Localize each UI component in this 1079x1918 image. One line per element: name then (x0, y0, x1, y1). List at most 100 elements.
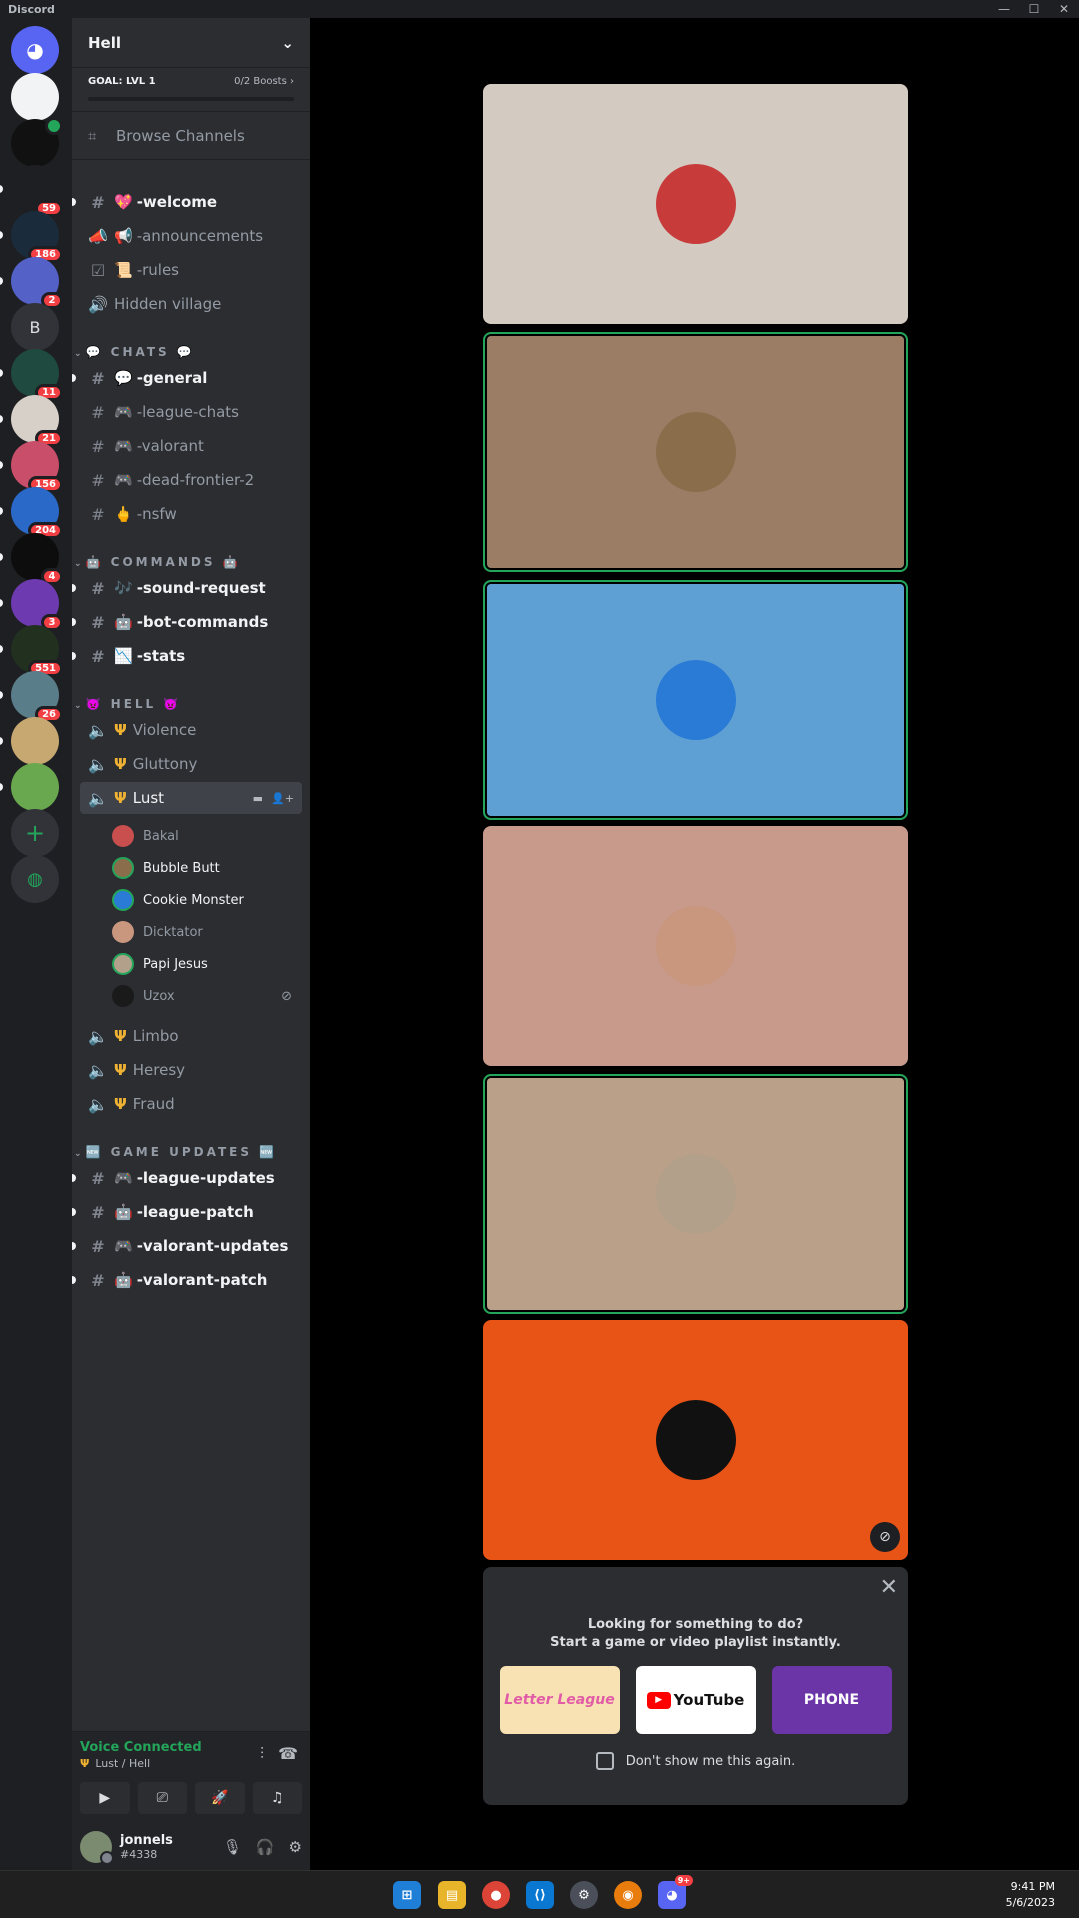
server-icon-teal[interactable]: 26 (0, 671, 63, 723)
server-icon-jonels[interactable] (0, 717, 59, 765)
participant-tile[interactable] (483, 826, 908, 1066)
channel-label: Gluttony (132, 755, 198, 773)
channel-update-3[interactable]: # 🤖 -valorant-patch (72, 1264, 302, 1296)
invite-user-icon[interactable]: 👤+ (271, 792, 294, 805)
voice-channel-1[interactable]: 🔈 Ψ Gluttony (80, 748, 302, 780)
letter-league-card[interactable]: Letter League (499, 1666, 620, 1734)
server-icon-pixel[interactable]: 2 (0, 257, 63, 309)
channel-1[interactable]: 📣 📢 -announcements (80, 220, 302, 252)
server-icon-valorant[interactable]: 186 (0, 211, 63, 263)
settings-icon[interactable]: ⚙ (570, 1881, 598, 1909)
avatar[interactable] (80, 1830, 114, 1865)
disconnect-icon[interactable]: ☎ (278, 1744, 298, 1764)
voice-member[interactable]: Cookie Monster (112, 886, 302, 914)
screen-share-button[interactable]: ⎚ (137, 1782, 187, 1814)
chrome-icon[interactable]: ● (482, 1881, 510, 1909)
server-icon-pink[interactable]: 156 (0, 441, 63, 493)
boost-goal[interactable]: GOAL: LVL 1 0/2 Boosts › (72, 68, 310, 112)
file-explorer-icon[interactable]: ▤ (438, 1881, 466, 1909)
channel-cmd-2[interactable]: # 📉 -stats (72, 640, 302, 672)
windows-start-icon[interactable]: ⊞ (393, 1881, 421, 1909)
avatar (655, 164, 736, 244)
soundboard-button[interactable]: ♫ (252, 1782, 302, 1814)
participant-tile[interactable] (483, 580, 908, 820)
category-chats[interactable]: ⌄ 💬 CHATS 💬 (74, 345, 195, 359)
participant-tile[interactable] (483, 84, 908, 324)
channel-chat-0[interactable]: # 💬 -general (72, 362, 302, 394)
voice-location[interactable]: Lust / Hell (95, 1757, 150, 1770)
chat-bubble-icon[interactable]: ▬ (253, 792, 263, 805)
category-hell[interactable]: ⌄ 👿 HELL 👿 (74, 697, 181, 711)
participant-tile[interactable] (483, 1074, 908, 1314)
system-clock[interactable]: 9:41 PM 5/6/2023 (1006, 1879, 1055, 1911)
voice-channel-2[interactable]: 🔈 Ψ Lust ▬ 👤+ (80, 782, 302, 814)
headphones-icon[interactable]: 🎧 (256, 1838, 275, 1856)
gartic-phone-label: PHONE (803, 1692, 860, 1708)
channel-chat-3[interactable]: # 🎮 -dead-frontier-2 (80, 464, 302, 496)
server-icon-b[interactable]: B (11, 303, 59, 351)
server-icon-blue[interactable]: 204 (0, 487, 63, 539)
trident-icon: Ψ (114, 721, 127, 739)
channel-update-1[interactable]: # 🤖 -league-patch (72, 1196, 302, 1228)
server-icon-pepe[interactable] (0, 763, 59, 811)
discord-taskbar-icon[interactable]: ◕ 9+ (658, 1875, 693, 1909)
checkbox-icon[interactable] (595, 1752, 614, 1770)
camera-off-icon: ⊘ (870, 1522, 900, 1552)
server-icon-green[interactable]: 11 (0, 349, 63, 401)
voice-channel-bottom-0[interactable]: 🔈 Ψ Limbo (80, 1020, 302, 1052)
voice-member[interactable]: Papi Jesus (112, 950, 302, 978)
vscode-icon[interactable]: ⟨⟩ (526, 1881, 554, 1909)
channel-chat-1[interactable]: # 🎮 -league-chats (80, 396, 302, 428)
category-game-updates[interactable]: ⌄ 🆕 GAME UPDATES 🆕 (74, 1145, 277, 1159)
server-icon-purple[interactable]: 3 (0, 579, 63, 631)
voice-channel-bottom-2[interactable]: 🔈 Ψ Fraud (80, 1088, 302, 1120)
server-header[interactable]: Hell ⌄ (72, 18, 310, 68)
gartic-phone-card[interactable]: PHONE (771, 1666, 892, 1734)
browse-channels-icon: ⌗ (88, 126, 97, 145)
noise-suppression-icon[interactable]: ⫶ (260, 1744, 264, 1764)
maximize-button[interactable]: ☐ (1019, 2, 1049, 16)
blender-icon[interactable]: ◉ (614, 1881, 642, 1909)
voice-member[interactable]: Uzox ⊘ (112, 982, 302, 1010)
server-icon-wings[interactable] (11, 73, 59, 121)
voice-channel-bottom-1[interactable]: 🔈 Ψ Heresy (80, 1054, 302, 1086)
channel-update-2[interactable]: # 🎮 -valorant-updates (72, 1230, 302, 1262)
voice-member[interactable]: Bubble Butt (112, 854, 302, 882)
gear-icon[interactable]: ⚙ (289, 1838, 302, 1856)
server-icon-home[interactable]: ◕ (11, 26, 59, 74)
channel-3[interactable]: 🔊 Hidden village (80, 288, 302, 320)
category-commands[interactable]: ⌄ 🤖 COMMANDS 🤖 (74, 555, 241, 569)
channel-chat-4[interactable]: # 🖕 -nsfw (80, 498, 302, 530)
close-window-button[interactable]: ✕ (1049, 2, 1079, 16)
server-icon-skull[interactable]: 4 (0, 533, 63, 585)
add-server-button[interactable]: + (11, 809, 59, 857)
participant-tile[interactable] (483, 332, 908, 572)
channel-update-0[interactable]: # 🎮 -league-updates (72, 1162, 302, 1194)
browse-channels[interactable]: ⌗ Browse Channels (72, 112, 310, 160)
channel-cmd-1[interactable]: # 🤖 -bot-commands (72, 606, 302, 638)
youtube-label: YouTube (673, 1691, 745, 1709)
youtube-card[interactable]: ▶ YouTube (635, 1666, 756, 1734)
server-icon-league[interactable]: 59 (0, 165, 63, 217)
participant-tile[interactable]: ⊘ (483, 1320, 908, 1560)
minimize-button[interactable]: — (989, 2, 1019, 16)
voice-channel-0[interactable]: 🔈 Ψ Violence (80, 714, 302, 746)
voice-member[interactable]: Dicktator (112, 918, 302, 946)
chevron-down-icon: ⌄ (74, 1149, 82, 1159)
channel-0[interactable]: # 💖 -welcome (72, 186, 302, 218)
channel-chat-2[interactable]: # 🎮 -valorant (80, 430, 302, 462)
microphone-icon[interactable]: 🎙 (223, 1838, 242, 1856)
server-icon-dark[interactable]: 551 (0, 625, 63, 677)
camera-button[interactable]: ▶ (80, 1782, 130, 1814)
dont-show-checkbox[interactable]: Don't show me this again. (483, 1752, 908, 1770)
activity-button[interactable]: 🚀 (195, 1782, 245, 1814)
channel-2[interactable]: ☑ 📜 -rules (80, 254, 302, 286)
voice-member[interactable]: Bakal (112, 822, 302, 850)
chevron-down-icon[interactable]: ⌄ (281, 34, 294, 52)
channel-cmd-0[interactable]: # 🎶 -sound-request (72, 572, 302, 604)
close-icon[interactable]: ✕ (880, 1575, 898, 1600)
server-icon-anime[interactable]: 21 (0, 395, 63, 447)
explore-servers-button[interactable]: ◍ (11, 855, 59, 903)
server-icon-hell[interactable] (11, 117, 63, 167)
browse-channels-label: Browse Channels (116, 126, 245, 145)
